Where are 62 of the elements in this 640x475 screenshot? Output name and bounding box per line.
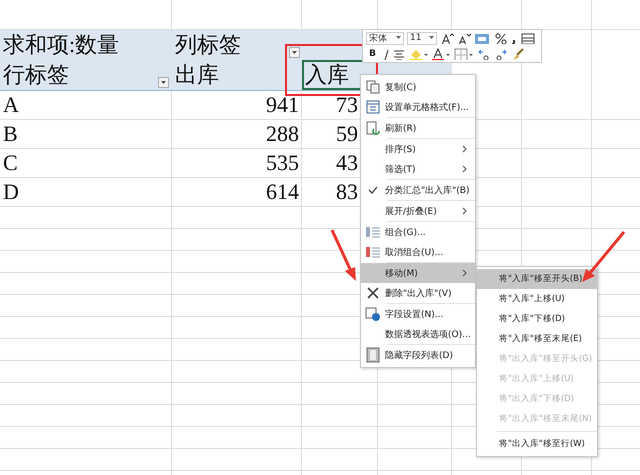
table-icon[interactable] <box>521 32 535 44</box>
table-cell: 83 <box>336 179 358 205</box>
format-cells-icon <box>366 100 380 114</box>
field-list-icon <box>366 347 380 363</box>
italic-icon[interactable] <box>382 48 390 60</box>
menu-item[interactable]: 隐藏字段列表(D) <box>361 345 475 365</box>
table-cell: 614 <box>266 179 299 205</box>
menu-item[interactable]: 移动(M) <box>361 263 475 283</box>
brush-icon[interactable] <box>511 48 525 60</box>
refresh-icon <box>366 121 380 135</box>
row-label: D <box>3 179 19 205</box>
menu-item[interactable]: 分类汇总"出入库"(B) <box>361 180 475 200</box>
grow-font-icon[interactable] <box>440 32 454 44</box>
decrease-decimal-icon[interactable] <box>494 48 508 60</box>
value-header: 求和项:数量 <box>3 31 120 59</box>
delete-icon <box>366 286 380 300</box>
field-settings-icon <box>365 307 381 321</box>
align-icon[interactable] <box>393 48 405 60</box>
check-icon <box>368 185 378 195</box>
table-cell: 43 <box>336 150 358 176</box>
menu-item[interactable]: 取消组合(U)... <box>361 242 475 262</box>
menu-item[interactable]: 将"出入库"移至行(W) <box>477 434 597 454</box>
column-label: 出库 <box>174 61 220 89</box>
table-cell: 59 <box>336 121 358 147</box>
percent-icon[interactable] <box>495 32 507 44</box>
menu-item[interactable]: 刷新(R) <box>361 118 475 138</box>
row-label: B <box>3 121 18 147</box>
font-field[interactable]: 宋体 <box>366 32 404 45</box>
caret-icon <box>429 36 434 40</box>
menu-item[interactable]: 展开/折叠(E) <box>361 201 475 221</box>
menu-item[interactable]: 字段设置(N)... <box>361 304 475 324</box>
menu-item[interactable]: 将"入库"移至开头(B) <box>477 269 597 289</box>
filter-button[interactable] <box>289 47 300 58</box>
fill-color-icon[interactable] <box>408 48 428 60</box>
table-cell: 73 <box>336 92 358 118</box>
size-field[interactable]: 11 <box>407 32 437 45</box>
table-cell: 941 <box>266 92 299 118</box>
ungroup-icon <box>365 245 381 259</box>
menu-item[interactable]: 设置单元格格式(F)... <box>361 97 475 117</box>
row-label: C <box>3 150 18 176</box>
menu-item[interactable]: 将"入库"上移(U) <box>477 289 597 309</box>
menu-item[interactable]: 数据透视表选项(O)... <box>361 324 475 344</box>
row-header: 行标签 <box>3 61 69 89</box>
table-cell: 288 <box>266 121 299 147</box>
group-icon <box>365 225 381 239</box>
table-cell: 535 <box>266 150 299 176</box>
copy-icon <box>366 80 380 94</box>
menu-item[interactable]: 将"入库"移至末尾(E) <box>477 329 597 349</box>
menu-item[interactable]: 组合(G)... <box>361 222 475 242</box>
shrink-font-icon[interactable] <box>457 32 471 44</box>
arrow-drawing <box>329 227 359 283</box>
menu-item[interactable]: 将"入库"下移(D) <box>477 309 597 329</box>
bold-button[interactable]: B <box>366 48 379 59</box>
row-label: A <box>3 92 19 118</box>
menu-item[interactable]: 筛选(T) <box>361 159 475 179</box>
caret-icon <box>396 36 401 40</box>
menu-item[interactable]: 排序(S) <box>361 139 475 159</box>
font-color-icon[interactable] <box>431 48 451 60</box>
menu-item[interactable]: 删除"出入库"(V) <box>361 283 475 303</box>
column-header: 列标签 <box>175 31 241 59</box>
increase-decimal-icon[interactable] <box>477 48 491 60</box>
filter-button[interactable] <box>158 77 169 88</box>
